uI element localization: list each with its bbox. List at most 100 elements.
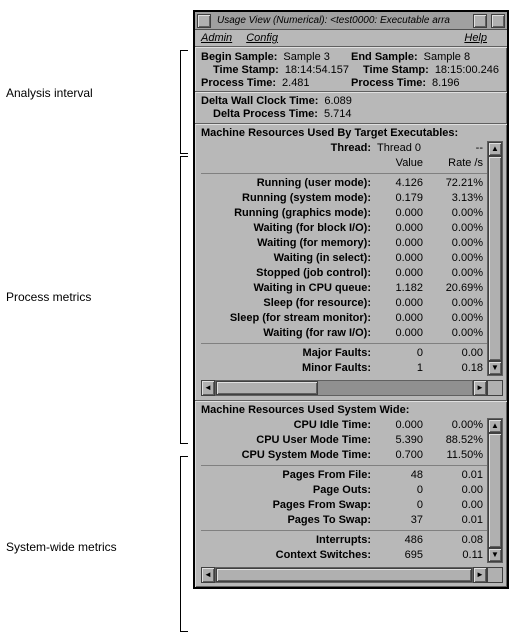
metric-value: 0.000 [377, 236, 431, 251]
metric-rate: 0.01 [431, 468, 487, 483]
metric-value: 0.000 [377, 251, 431, 266]
window-menu-button[interactable] [197, 14, 211, 28]
metric-rate: 0.01 [431, 513, 487, 528]
metric-rate: 0.11 [431, 548, 487, 563]
intr-row: Context Switches:6950.11 [201, 548, 487, 563]
bracket-analysis [180, 50, 188, 154]
menubar: Admin Config Help [195, 30, 507, 47]
scroll-right-icon[interactable]: ► [473, 380, 487, 396]
metric-label: Sleep (for resource): [201, 296, 377, 311]
scroll-left-icon[interactable]: ◄ [201, 567, 215, 583]
delta-proc-label: Delta Process Time: [213, 108, 318, 120]
col-rate: Rate /s [431, 156, 487, 171]
scroll-thumb-h[interactable] [216, 568, 472, 582]
metric-rate: 0.00% [431, 251, 487, 266]
process-scrollbar-h[interactable]: ◄ ► [201, 380, 503, 396]
titlebar[interactable]: Usage View (Numerical): <test0000: Execu… [195, 12, 507, 30]
metric-value: 0.000 [377, 266, 431, 281]
metric-label: Major Faults: [201, 346, 377, 361]
metric-label: Waiting in CPU queue: [201, 281, 377, 296]
delta-panel: Delta Wall Clock Time:6.089 Delta Proces… [195, 92, 507, 124]
metric-rate: 72.21% [431, 176, 487, 191]
scroll-corner [487, 380, 503, 396]
bracket-system [180, 456, 188, 632]
callout-process-metrics: Process metrics [6, 290, 91, 304]
minimize-button[interactable] [473, 14, 487, 28]
metric-value: 1 [377, 361, 431, 376]
metric-label: Sleep (for stream monitor): [201, 311, 377, 326]
metric-label: Waiting (for block I/O): [201, 221, 377, 236]
thread-value: Thread 0 [377, 141, 431, 156]
process-row: Waiting (for block I/O):0.0000.00% [201, 221, 487, 236]
metric-rate: 88.52% [431, 433, 487, 448]
metric-label: CPU Idle Time: [201, 418, 377, 433]
process-row: Running (graphics mode):0.0000.00% [201, 206, 487, 221]
scroll-thumb-v[interactable] [488, 156, 502, 361]
metric-value: 0.000 [377, 221, 431, 236]
metric-label: Pages From Swap: [201, 498, 377, 513]
analysis-interval-panel: Begin Sample:Sample 3 Time Stamp:18:14:5… [195, 47, 507, 91]
intr-row: Interrupts:4860.08 [201, 533, 487, 548]
scroll-up-icon[interactable]: ▲ [488, 142, 502, 156]
process-row: Waiting (for memory):0.0000.00% [201, 236, 487, 251]
metric-label: Minor Faults: [201, 361, 377, 376]
process-row: Sleep (for resource):0.0000.00% [201, 296, 487, 311]
metric-value: 48 [377, 468, 431, 483]
begin-sample-label: Begin Sample: [201, 51, 277, 63]
metric-label: CPU System Mode Time: [201, 448, 377, 463]
metric-label: Pages From File: [201, 468, 377, 483]
end-ts-value: 18:15:00.246 [435, 64, 499, 76]
begin-ts-label: Time Stamp: [213, 64, 279, 76]
callout-system-metrics: System-wide metrics [6, 540, 117, 554]
system-scrollbar-v[interactable]: ▲ ▼ [487, 418, 503, 563]
scroll-thumb-h[interactable] [216, 381, 318, 395]
maximize-button[interactable] [491, 14, 505, 28]
metric-rate: 0.00 [431, 483, 487, 498]
menu-admin[interactable]: Admin [201, 32, 232, 44]
metric-value: 695 [377, 548, 431, 563]
scroll-thumb-v[interactable] [488, 433, 502, 548]
metric-label: Stopped (job control): [201, 266, 377, 281]
system-scrollbar-h[interactable]: ◄ ► [201, 567, 503, 583]
metric-rate: 11.50% [431, 448, 487, 463]
metric-value: 0.000 [377, 206, 431, 221]
process-row: Waiting in CPU queue:1.18220.69% [201, 281, 487, 296]
process-scrollbar-v[interactable]: ▲ ▼ [487, 141, 503, 376]
thread-extra: -- [431, 141, 487, 156]
metric-label: Page Outs: [201, 483, 377, 498]
metric-value: 0.179 [377, 191, 431, 206]
metric-value: 0.000 [377, 311, 431, 326]
metric-value: 486 [377, 533, 431, 548]
process-panel: Thread:Thread 0--ValueRate /sRunning (us… [195, 141, 507, 380]
callout-analysis-interval: Analysis interval [6, 86, 93, 100]
metric-rate: 0.00% [431, 236, 487, 251]
fault-row: Major Faults:00.00 [201, 346, 487, 361]
metric-value: 37 [377, 513, 431, 528]
metric-label: Interrupts: [201, 533, 377, 548]
menu-help[interactable]: Help [464, 32, 487, 44]
metric-value: 0.700 [377, 448, 431, 463]
process-row: Running (user mode):4.12672.21% [201, 176, 487, 191]
scroll-up-icon[interactable]: ▲ [488, 419, 502, 433]
system-panel: CPU Idle Time:0.0000.00%CPU User Mode Ti… [195, 418, 507, 567]
scroll-right-icon[interactable]: ► [473, 567, 487, 583]
metric-rate: 0.00% [431, 221, 487, 236]
system-panel-title: Machine Resources Used System Wide: [195, 401, 507, 418]
cpu-row: CPU User Mode Time:5.39088.52% [201, 433, 487, 448]
metric-label: CPU User Mode Time: [201, 433, 377, 448]
scroll-left-icon[interactable]: ◄ [201, 380, 215, 396]
metric-label: Running (system mode): [201, 191, 377, 206]
metric-value: 4.126 [377, 176, 431, 191]
metric-label: Running (user mode): [201, 176, 377, 191]
scroll-down-icon[interactable]: ▼ [488, 548, 502, 562]
end-sample-value: Sample 8 [424, 51, 470, 63]
fault-row: Minor Faults:10.18 [201, 361, 487, 376]
scroll-down-icon[interactable]: ▼ [488, 361, 502, 375]
begin-pt-label: Process Time: [201, 77, 276, 89]
metric-value: 0 [377, 483, 431, 498]
metric-value: 0 [377, 498, 431, 513]
process-row: Waiting (in select):0.0000.00% [201, 251, 487, 266]
process-panel-title: Machine Resources Used By Target Executa… [195, 124, 507, 141]
thread-label: Thread: [201, 141, 377, 156]
menu-config[interactable]: Config [246, 32, 278, 44]
